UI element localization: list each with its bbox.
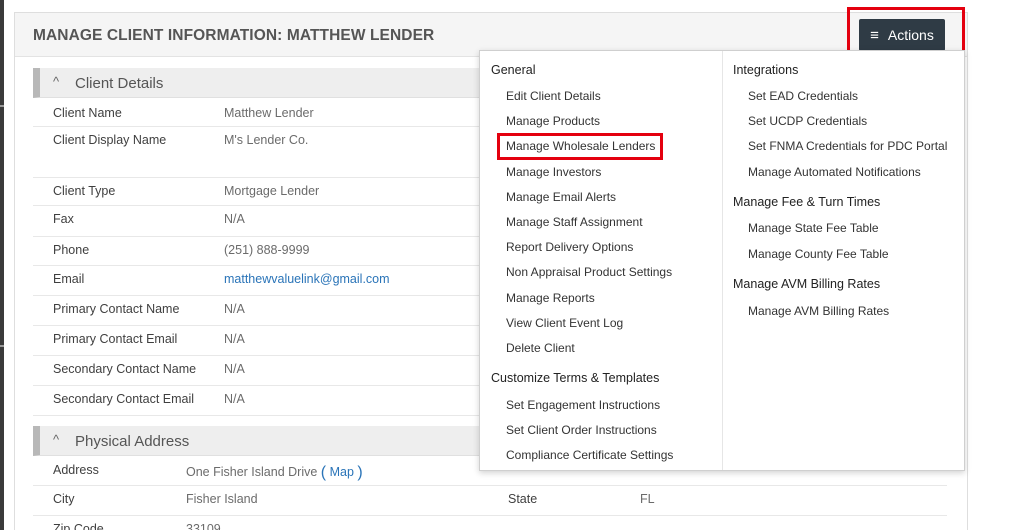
address-value: One Fisher Island Drive ( Map ) — [186, 463, 363, 481]
map-link[interactable]: Map — [330, 465, 354, 479]
city-label: City — [53, 492, 75, 506]
menu-item-manage-automated-notifications[interactable]: Manage Automated Notifications — [748, 165, 921, 179]
menu-item-manage-reports[interactable]: Manage Reports — [506, 291, 595, 305]
detail-value: N/A — [224, 212, 245, 226]
actions-label: Actions — [887, 27, 934, 43]
chevron-up-icon[interactable]: ^ — [53, 74, 59, 89]
detail-label: Secondary Contact Name — [53, 362, 197, 376]
actions-dropdown-menu: General Edit Client Details Manage Produ… — [479, 50, 965, 471]
detail-value: (251) 888-9999 — [224, 243, 310, 257]
email-link[interactable]: matthewvaluelink@gmail.com — [224, 272, 390, 286]
address-label: Address — [53, 463, 99, 477]
hamburger-menu-icon: ≡ — [870, 26, 879, 44]
menu-item-manage-investors[interactable]: Manage Investors — [506, 165, 601, 179]
menu-item-delete-client[interactable]: Delete Client — [506, 341, 575, 355]
state-label: State — [508, 492, 538, 506]
menu-item-set-engagement-instructions[interactable]: Set Engagement Instructions — [506, 398, 660, 412]
section-title: Physical Address — [75, 433, 190, 450]
state-value: FL — [640, 492, 655, 506]
detail-value: N/A — [224, 392, 245, 406]
menu-item-set-ead-credentials[interactable]: Set EAD Credentials — [748, 89, 858, 103]
detail-value: N/A — [224, 302, 245, 316]
menu-item-manage-products[interactable]: Manage Products — [506, 114, 600, 128]
actions-button[interactable]: ≡ Actions — [859, 19, 945, 51]
detail-label: Phone — [53, 243, 90, 257]
left-sidebar-divider — [0, 345, 4, 347]
city-state-row: City Fisher Island State FL — [33, 486, 947, 516]
detail-label: Fax — [53, 212, 74, 226]
menu-item-set-ucdp-credentials[interactable]: Set UCDP Credentials — [748, 114, 867, 128]
detail-label: Primary Contact Name — [53, 302, 180, 316]
menu-item-manage-county-fee-table[interactable]: Manage County Fee Table — [748, 247, 889, 261]
detail-label: Client Type — [53, 184, 116, 198]
page-title: MANAGE CLIENT INFORMATION: MATTHEW LENDE… — [33, 27, 435, 44]
menu-item-compliance-certificate-settings[interactable]: Compliance Certificate Settings — [506, 448, 673, 462]
detail-value: N/A — [224, 332, 245, 346]
menu-item-manage-avm-billing-rates[interactable]: Manage AVM Billing Rates — [748, 304, 889, 318]
detail-value: N/A — [224, 362, 245, 376]
menu-item-manage-email-alerts[interactable]: Manage Email Alerts — [506, 190, 616, 204]
menu-item-set-client-order-instructions[interactable]: Set Client Order Instructions — [506, 423, 657, 437]
detail-label: Client Name — [53, 106, 122, 120]
chevron-up-icon[interactable]: ^ — [53, 432, 59, 447]
menu-item-report-delivery-options[interactable]: Report Delivery Options — [506, 240, 633, 254]
menu-heading-fee-turn-times: Manage Fee & Turn Times — [733, 195, 881, 209]
detail-label: Secondary Contact Email — [53, 392, 195, 406]
detail-label: Primary Contact Email — [53, 332, 178, 346]
detail-value: M's Lender Co. — [224, 133, 309, 147]
menu-item-edit-client-details[interactable]: Edit Client Details — [506, 89, 601, 103]
address-text: One Fisher Island Drive — [186, 465, 318, 479]
menu-heading-integrations: Integrations — [733, 63, 799, 77]
wholesale-lenders-highlight — [497, 133, 663, 160]
menu-item-non-appraisal-product-settings[interactable]: Non Appraisal Product Settings — [506, 265, 672, 279]
menu-item-view-client-event-log[interactable]: View Client Event Log — [506, 316, 623, 330]
detail-label: Email — [53, 272, 85, 286]
zip-label: Zip Code — [53, 522, 104, 530]
menu-heading-customize-terms: Customize Terms & Templates — [491, 371, 660, 385]
zip-value: 33109 — [186, 522, 221, 530]
menu-column-divider — [722, 51, 723, 470]
section-title: Client Details — [75, 75, 164, 92]
zip-row: Zip Code 33109 — [33, 516, 947, 530]
menu-item-manage-state-fee-table[interactable]: Manage State Fee Table — [748, 221, 879, 235]
map-paren-open: ( — [320, 464, 327, 481]
left-sidebar-edge — [0, 0, 4, 530]
menu-item-set-fnma-credentials[interactable]: Set FNMA Credentials for PDC Portal — [748, 139, 947, 153]
detail-value: Matthew Lender — [224, 106, 314, 120]
menu-item-manage-staff-assignment[interactable]: Manage Staff Assignment — [506, 215, 643, 229]
left-sidebar-divider — [0, 105, 4, 107]
detail-value: Mortgage Lender — [224, 184, 320, 198]
detail-label: Client Display Name — [53, 133, 167, 147]
city-value: Fisher Island — [186, 492, 258, 506]
map-paren-close: ) — [357, 464, 363, 481]
menu-heading-general: General — [491, 63, 536, 77]
menu-heading-avm-billing-rates: Manage AVM Billing Rates — [733, 277, 881, 291]
